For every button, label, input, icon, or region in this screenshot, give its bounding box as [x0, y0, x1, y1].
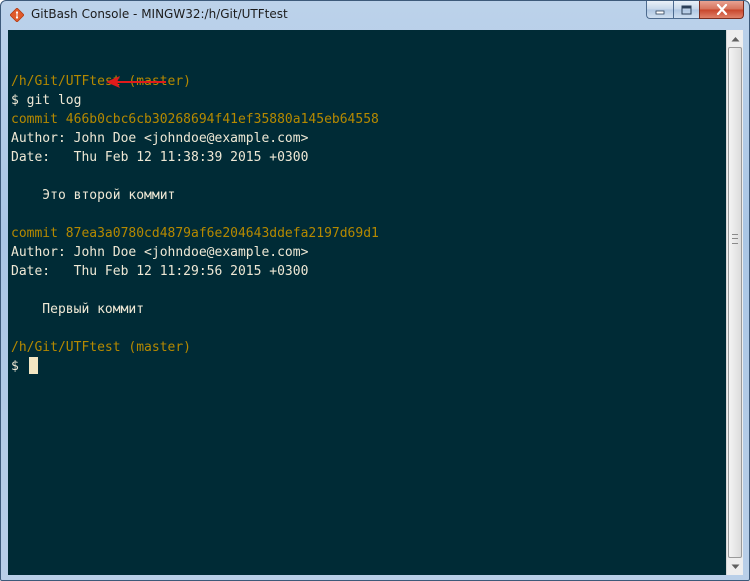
output-text: Author: John Doe <johndoe@example.com>: [11, 245, 309, 260]
terminal-area[interactable]: /h/Git/UTFtest (master) $ git log commit 4…: [8, 30, 743, 575]
command-text: $: [11, 359, 19, 374]
output-text: Date: Thu Feb 12 11:29:56 2015 +0300: [11, 264, 309, 279]
scroll-down-arrow-icon: [731, 564, 739, 569]
window-controls: [646, 1, 744, 20]
terminal-output[interactable]: /h/Git/UTFtest (master) $ git log commit 4…: [11, 53, 723, 376]
output-line: Author: John Doe <johndoe@example.com>: [11, 243, 723, 262]
command-line: $: [11, 357, 723, 376]
output-line: Date: Thu Feb 12 11:38:39 2015 +0300: [11, 148, 723, 167]
title-bar[interactable]: GitBash Console - MINGW32:/h/Git/UTFtest: [1, 1, 749, 29]
prompt-path: /h/Git/UTFtest (master): [11, 340, 192, 355]
output-text: Первый коммит: [11, 302, 145, 317]
output-text: Это второй коммит: [11, 188, 176, 203]
maximize-button[interactable]: [673, 1, 699, 19]
commit-hash: commit 466b0cbc6cb30268694f41ef35880a145…: [11, 112, 379, 127]
scroll-down-button[interactable]: [727, 558, 743, 575]
output-line: Первый коммит: [11, 300, 723, 319]
maximize-icon: [681, 5, 692, 14]
scrollbar-thumb[interactable]: [728, 47, 742, 558]
vertical-scrollbar[interactable]: [726, 30, 743, 575]
output-line: Date: Thu Feb 12 11:29:56 2015 +0300: [11, 262, 723, 281]
red-arrow-icon: [106, 76, 166, 88]
minimize-icon: [655, 10, 665, 14]
minimize-button[interactable]: [646, 1, 673, 19]
git-diamond-icon: [10, 8, 24, 22]
output-text: Date: Thu Feb 12 11:38:39 2015 +0300: [11, 150, 309, 165]
close-button[interactable]: [699, 1, 744, 19]
command-text: $ git log: [11, 93, 82, 108]
output-text: Author: John Doe <johndoe@example.com>: [11, 131, 309, 146]
prompt-path-line: /h/Git/UTFtest (master): [11, 338, 723, 357]
close-icon: [716, 4, 727, 15]
scrollbar-grip: [732, 234, 738, 244]
commit-hash-line: commit 87ea3a0780cd4879af6e204643ddefa21…: [11, 224, 723, 243]
command-line: $ git log: [11, 91, 723, 110]
text-cursor: [28, 357, 38, 374]
output-line: Author: John Doe <johndoe@example.com>: [11, 129, 723, 148]
console-window: GitBash Console - MINGW32:/h/Git/UTFtest: [0, 0, 750, 581]
output-line: Это второй коммит: [11, 186, 723, 205]
commit-hash: commit 87ea3a0780cd4879af6e204643ddefa21…: [11, 226, 379, 241]
scroll-up-button[interactable]: [727, 30, 743, 47]
window-title: GitBash Console - MINGW32:/h/Git/UTFtest: [31, 7, 288, 21]
commit-hash-line: commit 466b0cbc6cb30268694f41ef35880a145…: [11, 110, 723, 129]
scroll-up-arrow-icon: [731, 36, 739, 41]
